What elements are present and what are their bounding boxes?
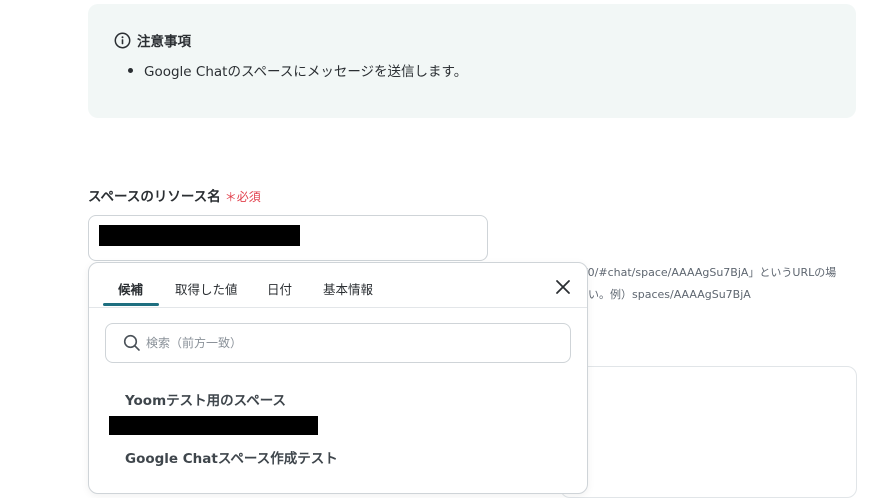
notice-bullet-text: Google Chatのスペースにメッセージを送信します。 <box>144 64 468 80</box>
required-text: 必須 <box>236 190 261 204</box>
next-field-box[interactable] <box>560 366 857 498</box>
search-box <box>105 323 571 363</box>
space-resource-name-label: スペースのリソース名 ＊必須 <box>88 185 261 205</box>
tab-retrieved-values[interactable]: 取得した値 <box>175 279 238 298</box>
value-picker-popup: 候補 取得した値 日付 基本情報 Yoomテスト用のスペース Google Ch… <box>88 262 588 494</box>
option-item-title[interactable]: Yoomテスト用のスペース <box>125 389 286 409</box>
notice-header: 注意事項 <box>114 30 191 50</box>
close-icon[interactable] <box>553 277 573 297</box>
field-label-text: スペースのリソース名 <box>88 189 221 205</box>
field-help-text-line2: さい。例）spaces/AAAAgSu7BjA <box>577 288 751 301</box>
tab-candidates[interactable]: 候補 <box>118 279 143 298</box>
notice-box: 注意事項 Google Chatのスペースにメッセージを送信します。 <box>88 4 856 118</box>
redacted-option-id <box>109 416 318 435</box>
notice-bullet: Google Chatのスペースにメッセージを送信します。 <box>128 60 467 80</box>
option-item-title[interactable]: Google Chatスペース作成テスト <box>125 447 338 467</box>
required-indicator: ＊必須 <box>225 188 261 205</box>
tab-basic-info[interactable]: 基本情報 <box>323 279 373 298</box>
info-icon <box>114 32 131 49</box>
notice-title: 注意事項 <box>137 34 191 50</box>
search-icon <box>123 334 141 356</box>
picker-tabs: 候補 取得した値 日付 基本情報 <box>89 263 587 308</box>
tab-date[interactable]: 日付 <box>267 279 292 298</box>
active-tab-indicator <box>103 303 159 306</box>
search-input[interactable] <box>144 324 558 362</box>
field-help-text-line1: u/0/#chat/space/AAAAgSu7BjA」というURLの場 <box>577 266 837 279</box>
required-mark: ＊ <box>224 190 237 204</box>
redacted-value <box>99 225 300 246</box>
bullet-dot <box>128 67 133 73</box>
